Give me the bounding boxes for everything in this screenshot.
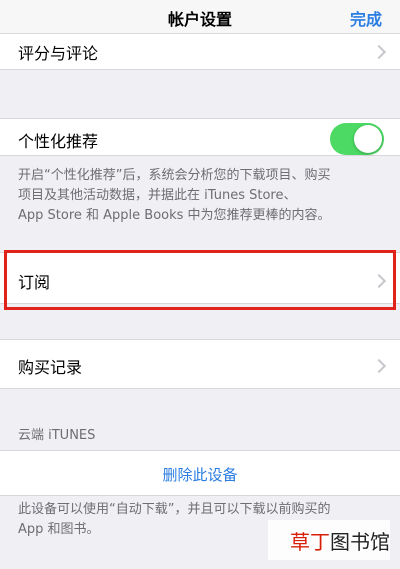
personalized-recommendations-toggle[interactable] <box>330 123 384 155</box>
ratings-reviews-row[interactable]: 评分与评论 <box>0 34 400 70</box>
chevron-right-icon <box>371 358 387 374</box>
personalization-footer-line: 项目及其他活动数据，并据此在 iTunes Store、 <box>18 188 297 203</box>
personalized-recommendations-row: 个性化推荐 <box>0 118 400 156</box>
personalization-footer: 开启“个性化推荐”后，系统会分析您的下载项目、购买 项目及其他活动数据，并据此在… <box>0 166 400 226</box>
personalization-footer-line: 开启“个性化推荐”后，系统会分析您的下载项目、购买 <box>18 168 331 183</box>
remove-device-row[interactable]: 删除此设备 <box>0 450 400 496</box>
personalization-footer-line: App Store 和 Apple Books 中为您推荐更棒的内容。 <box>18 208 331 223</box>
purchase-history-row[interactable]: 购买记录 <box>0 339 400 389</box>
watermark-text: 草丁图书馆 <box>290 526 390 555</box>
cloud-footer-line: 此设备可以使用“自动下载”，并且可以下载以前购买的 <box>18 502 331 517</box>
subscriptions-highlight-box <box>4 250 396 310</box>
watermark: 草丁图书馆 <box>268 520 390 560</box>
navigation-bar: 帐户设置 完成 <box>0 0 400 34</box>
page-title: 帐户设置 <box>167 10 232 29</box>
toggle-knob <box>354 125 382 153</box>
watermark-part1: 草丁 <box>290 530 330 554</box>
done-button[interactable]: 完成 <box>350 6 382 30</box>
chevron-right-icon <box>371 44 387 60</box>
ratings-reviews-label: 评分与评论 <box>18 44 99 63</box>
purchase-history-label: 购买记录 <box>18 358 83 377</box>
personalized-recommendations-label: 个性化推荐 <box>18 132 99 151</box>
watermark-part2: 图书馆 <box>330 530 390 554</box>
cloud-itunes-header: 云端 iTUNES <box>18 428 96 443</box>
remove-device-button[interactable]: 删除此设备 <box>0 464 400 485</box>
